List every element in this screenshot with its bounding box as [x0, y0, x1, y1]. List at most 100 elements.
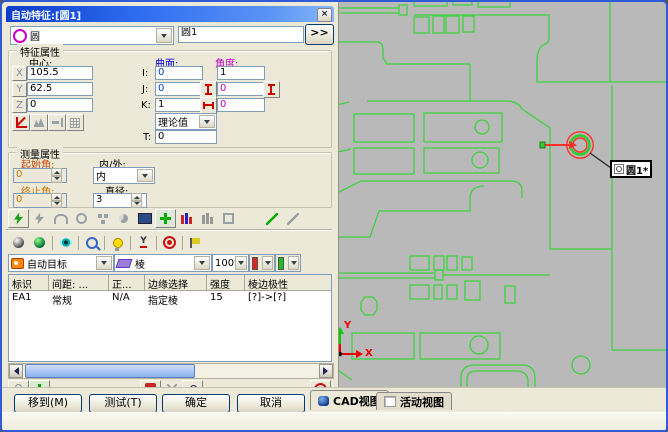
measure-now-button[interactable] [8, 209, 29, 228]
table-hscrollbar[interactable] [8, 363, 334, 379]
col-header[interactable]: 边缘选择 [145, 275, 207, 290]
feature-properties-group: 特征属性 中心: X 105.5 Y 62.5 Z 0 曲面: 角度: I: 0… [8, 50, 332, 148]
hierarchy-button[interactable] [92, 209, 113, 228]
table-row[interactable]: EA1 常规 N/A 指定棱 15 [?]->[?] [9, 291, 331, 305]
col-header[interactable]: 强度 [207, 275, 245, 290]
live-view-button[interactable] [55, 233, 76, 252]
point-button[interactable] [71, 209, 92, 228]
magnify-button[interactable] [81, 233, 102, 252]
find-hole-button[interactable] [30, 114, 48, 131]
chevron-down-icon[interactable] [96, 256, 112, 270]
region-button[interactable] [218, 209, 239, 228]
center-z-input[interactable]: 0 [27, 98, 93, 112]
edge-trace-button[interactable] [261, 209, 282, 228]
ok-button[interactable]: 确定 [162, 394, 230, 413]
view-toolbar: Y [8, 233, 206, 252]
scroll-left-button[interactable] [9, 364, 23, 378]
live-view-icon [384, 396, 396, 407]
feature-type-combo[interactable]: 圆 [10, 26, 174, 45]
histogram2-button[interactable] [197, 209, 218, 228]
flip-surface-vector-button[interactable] [200, 81, 217, 98]
angle-i-input[interactable]: 1 [217, 66, 265, 80]
angle-k-input[interactable]: 0 [217, 98, 265, 112]
chevron-down-icon[interactable] [137, 169, 153, 182]
angle-j-input[interactable]: 0 [217, 82, 265, 96]
measure-properties-group: 测量属性 起始角: 0 内/外: 内 终止角: 0 直径: 3 [8, 152, 332, 208]
theoretical-value-combo[interactable]: 理论值 [155, 113, 217, 130]
view-window-button[interactable] [134, 209, 155, 228]
cell-id: EA1 [9, 291, 49, 305]
zoom-combo[interactable]: 100% [212, 254, 249, 272]
chevron-down-icon[interactable] [199, 115, 215, 128]
target-toggle-button[interactable] [155, 209, 176, 228]
auto-feature-dialog: 自动特征:[圆1] × 圆 圆1 >> 特征属性 中心: X 105.5 Y 6… [2, 2, 339, 387]
close-icon[interactable]: × [317, 8, 332, 22]
surface-j-input[interactable]: 0 [155, 82, 203, 96]
scroll-right-button[interactable] [319, 364, 333, 378]
col-header[interactable]: 标识 [9, 275, 49, 290]
surface-i-input[interactable]: 0 [155, 66, 203, 80]
angle-icon [16, 117, 27, 128]
edge-trace2-button[interactable] [282, 209, 303, 228]
circle-feature-icon [13, 29, 27, 43]
flip-vector-icon [265, 83, 278, 96]
t-value-input[interactable]: 0 [155, 130, 217, 144]
app-window: 自动特征:[圆1] × 圆 圆1 >> 特征属性 中心: X 105.5 Y 6… [0, 0, 668, 432]
cad-view[interactable]: X Y 圆1* [339, 2, 668, 387]
i-label: I: [142, 68, 148, 79]
flip-angle-vector-button[interactable] [263, 81, 280, 98]
edge-type-combo[interactable]: 棱 [114, 254, 212, 272]
lightbulb-icon [113, 238, 123, 248]
histogram-button[interactable] [176, 209, 197, 228]
theoretical-value: 理论值 [158, 114, 188, 129]
z-axis-button[interactable]: Z [12, 98, 27, 113]
sector-button[interactable] [113, 209, 134, 228]
chevron-down-icon[interactable] [288, 256, 299, 270]
cancel-button[interactable]: 取消 [237, 394, 305, 413]
chevron-down-icon[interactable] [194, 256, 210, 270]
center-y-input[interactable]: 62.5 [27, 82, 93, 96]
chevron-down-icon[interactable] [262, 256, 273, 270]
end-angle-spinner[interactable] [51, 193, 62, 208]
expand-button[interactable]: >> [305, 24, 334, 45]
path-button[interactable] [50, 209, 71, 228]
move-to-button[interactable]: 移到(M) [14, 394, 82, 413]
dialog-titlebar[interactable]: 自动特征:[圆1] × [6, 6, 334, 22]
flag-icon [190, 238, 201, 248]
illumination-button[interactable] [107, 233, 128, 252]
tab-live-view[interactable]: 活动视图 [376, 392, 452, 410]
target-display-button[interactable] [159, 233, 180, 252]
col-header[interactable]: 棱边极性 [245, 275, 317, 290]
col-header[interactable]: 间距: ... [49, 275, 109, 290]
start-angle-spinner[interactable] [51, 168, 62, 183]
chevron-down-icon[interactable] [156, 28, 172, 43]
flip-horizontal-button[interactable] [200, 97, 217, 114]
inner-outer-combo[interactable]: 内 [93, 167, 155, 184]
probe-button[interactable]: Y [133, 233, 154, 252]
chevron-down-icon[interactable] [235, 256, 247, 270]
diameter-spinner[interactable] [131, 193, 142, 208]
angle-mode-button[interactable] [12, 114, 30, 131]
feature-callout[interactable]: 圆1* [610, 160, 652, 178]
edge-icon [116, 259, 133, 268]
contrast-button[interactable] [8, 233, 29, 252]
flip-vector-icon [202, 83, 215, 96]
color-sphere-button[interactable] [29, 233, 50, 252]
surface-k-input[interactable]: 1 [155, 98, 203, 112]
grid-button[interactable] [66, 114, 84, 131]
scroll-thumb[interactable] [25, 364, 195, 378]
flag-button[interactable] [185, 233, 206, 252]
measure-later-button[interactable] [29, 209, 50, 228]
target-mode-combo[interactable]: 自动目标 [8, 254, 114, 272]
col-header[interactable]: 正... [109, 275, 145, 290]
x-axis-button[interactable]: X [12, 66, 27, 81]
feature-name-input[interactable]: 圆1 [178, 26, 304, 43]
sphere-green-icon [34, 237, 45, 248]
y-axis-button[interactable]: Y [12, 82, 27, 97]
test-button[interactable]: 测试(T) [89, 394, 157, 413]
color2-combo[interactable] [275, 254, 301, 272]
color1-combo[interactable] [249, 254, 275, 272]
grid-icon [70, 118, 80, 128]
center-x-input[interactable]: 105.5 [27, 66, 93, 80]
snap-button[interactable] [48, 114, 66, 131]
